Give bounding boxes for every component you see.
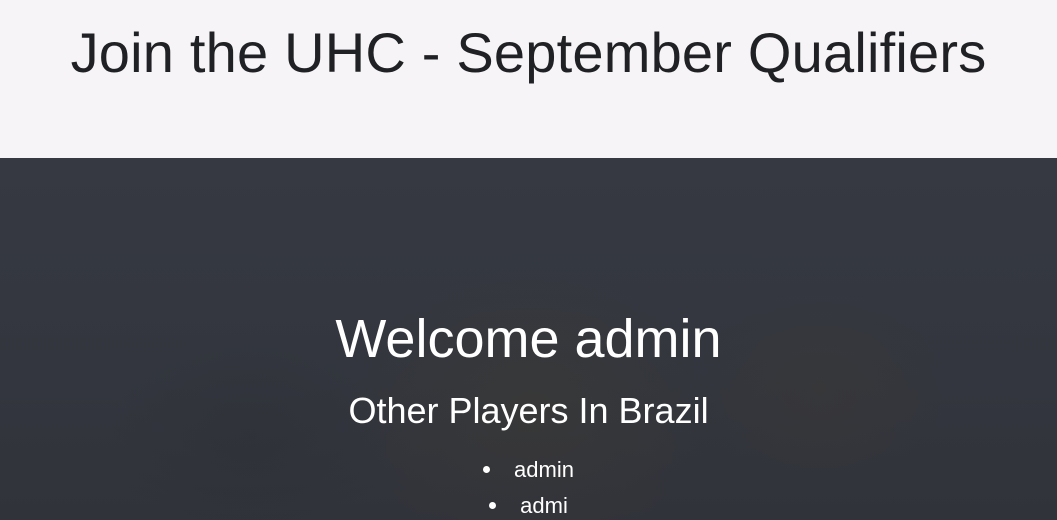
- hero-section: Welcome admin Other Players In Brazil ad…: [0, 158, 1057, 520]
- list-item: admi: [0, 488, 1057, 520]
- page-header: Join the UHC - September Qualifiers: [0, 0, 1057, 158]
- bullet-icon: [489, 501, 497, 509]
- players-subtitle: Other Players In Brazil: [348, 390, 709, 431]
- player-list: admin admi: [0, 452, 1057, 520]
- page-title: Join the UHC - September Qualifiers: [70, 21, 987, 84]
- player-name: admi: [520, 493, 568, 518]
- list-item: admin: [0, 452, 1057, 488]
- welcome-heading: Welcome admin: [335, 309, 722, 369]
- bullet-icon: [483, 465, 491, 473]
- player-name: admin: [514, 457, 574, 482]
